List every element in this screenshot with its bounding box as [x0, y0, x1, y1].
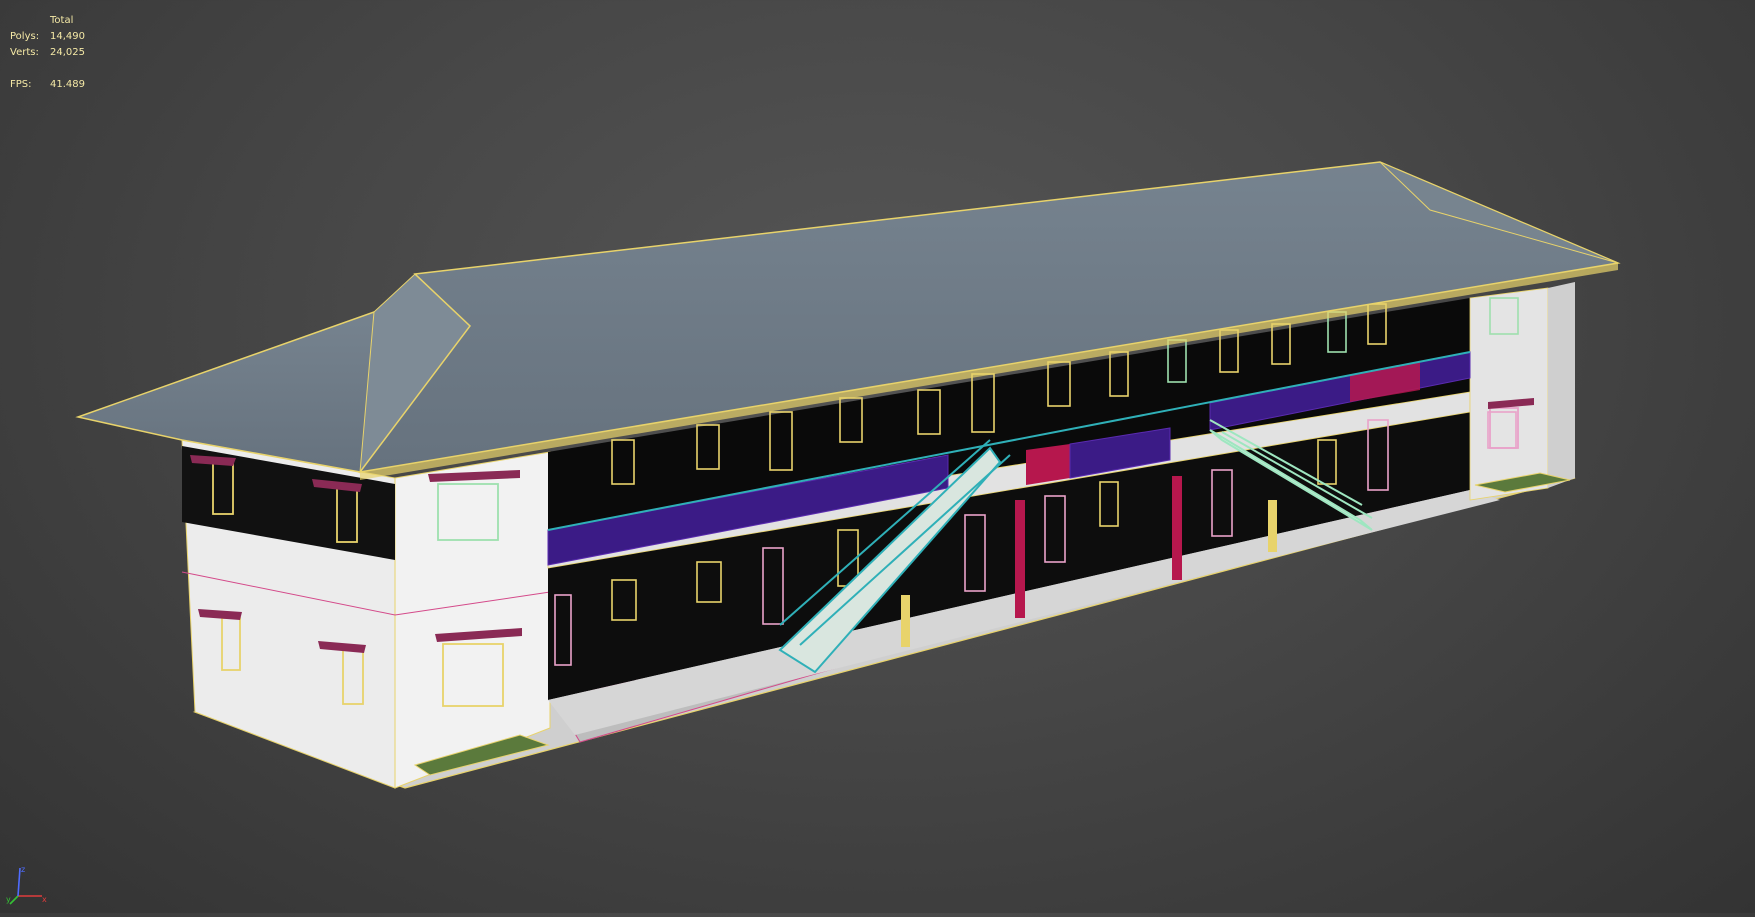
right-end-face [1548, 282, 1575, 488]
verts-label: Verts: [10, 47, 39, 58]
perspective-viewport[interactable] [0, 0, 1755, 913]
building-model[interactable] [0, 0, 1755, 913]
fps-value: 41.489 [50, 79, 85, 90]
axis-y-label: y [6, 895, 11, 904]
axis-gizmo-icon: x y z [6, 865, 47, 905]
verts-value: 24,025 [50, 47, 85, 58]
viewport-statistics: Total Polys: 14,490 Verts: 24,025 FPS: 41.4… [10, 13, 85, 93]
axis-x-label: x [42, 895, 47, 904]
right-end-wall [1469, 287, 1549, 501]
polys-label: Polys: [10, 31, 40, 42]
fps-label: FPS: [10, 79, 32, 90]
polys-value: 14,490 [50, 31, 85, 42]
upper-railing-red [1026, 444, 1070, 485]
stats-header: Total [50, 15, 74, 26]
axis-z-label: z [21, 865, 25, 874]
